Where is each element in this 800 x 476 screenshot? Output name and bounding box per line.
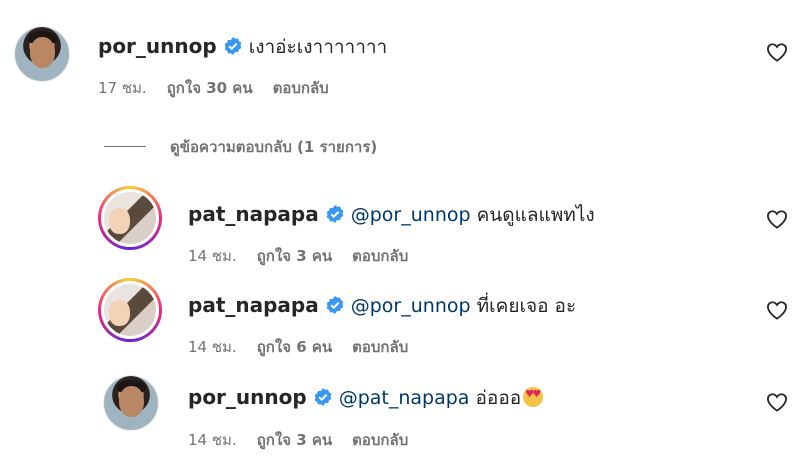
verified-badge-icon: [325, 295, 345, 320]
avatar[interactable]: [14, 26, 70, 82]
view-replies-label: ดูข้อความตอบกลับ (1 รายการ): [170, 138, 378, 156]
likes-count[interactable]: ถูกใจ 3 คน: [257, 431, 332, 449]
divider-line: [104, 146, 146, 147]
username[interactable]: pat_napapa: [188, 293, 319, 317]
reply-text: อ่อออ: [475, 387, 522, 409]
likes-count[interactable]: ถูกใจ 30 คน: [167, 79, 253, 97]
view-replies-button[interactable]: ดูข้อความตอบกลับ (1 รายการ): [104, 135, 377, 159]
mention-link[interactable]: @pat_napapa: [339, 387, 470, 409]
mention-link[interactable]: @por_unnop: [351, 295, 471, 317]
avatar[interactable]: [98, 278, 162, 342]
comment-text: เงาอ่ะเงาาาาาาา: [248, 36, 388, 58]
timestamp: 14 ชม.: [188, 431, 237, 449]
likes-count[interactable]: ถูกใจ 6 คน: [257, 338, 332, 356]
like-heart-icon[interactable]: [766, 42, 788, 62]
reply-meta: 14 ชม. ถูกใจ 6 คน ตอบกลับ: [188, 335, 428, 359]
like-heart-icon[interactable]: [766, 392, 788, 412]
reply-button[interactable]: ตอบกลับ: [352, 431, 408, 449]
timestamp: 14 ชม.: [188, 338, 237, 356]
verified-badge-icon: [223, 36, 243, 61]
username[interactable]: pat_napapa: [188, 202, 319, 226]
verified-badge-icon: [313, 387, 333, 412]
reply-button[interactable]: ตอบกลับ: [352, 247, 408, 265]
timestamp: 14 ชม.: [188, 247, 237, 265]
likes-count[interactable]: ถูกใจ 3 คน: [257, 247, 332, 265]
reply-meta: 14 ชม. ถูกใจ 3 คน ตอบกลับ: [188, 244, 428, 268]
like-heart-icon[interactable]: [766, 209, 788, 229]
reply-button[interactable]: ตอบกลับ: [352, 338, 408, 356]
reply-text: ที่เคยเจอ อะ: [476, 295, 577, 317]
username[interactable]: por_unnop: [98, 34, 217, 58]
avatar[interactable]: [98, 186, 162, 250]
reply-line: por_unnop @pat_napapa อ่อออ: [188, 383, 544, 413]
mention-link[interactable]: @por_unnop: [351, 204, 471, 226]
comment-meta: 17 ชม. ถูกใจ 30 คน ตอบกลับ: [98, 76, 349, 100]
heart-eyes-emoji-icon: [523, 387, 544, 407]
comment-line: por_unnop เงาอ่ะเงาาาาาาา: [98, 32, 387, 62]
reply-button[interactable]: ตอบกลับ: [273, 79, 329, 97]
like-heart-icon[interactable]: [766, 300, 788, 320]
reply-meta: 14 ชม. ถูกใจ 3 คน ตอบกลับ: [188, 428, 428, 452]
reply-line: pat_napapa @por_unnop คนดูแลแพทไง: [188, 200, 595, 230]
reply-line: pat_napapa @por_unnop ที่เคยเจอ อะ: [188, 291, 576, 321]
timestamp: 17 ชม.: [98, 79, 147, 97]
verified-badge-icon: [325, 204, 345, 229]
avatar[interactable]: [103, 375, 159, 431]
username[interactable]: por_unnop: [188, 385, 307, 409]
reply-text: คนดูแลแพทไง: [476, 204, 595, 226]
